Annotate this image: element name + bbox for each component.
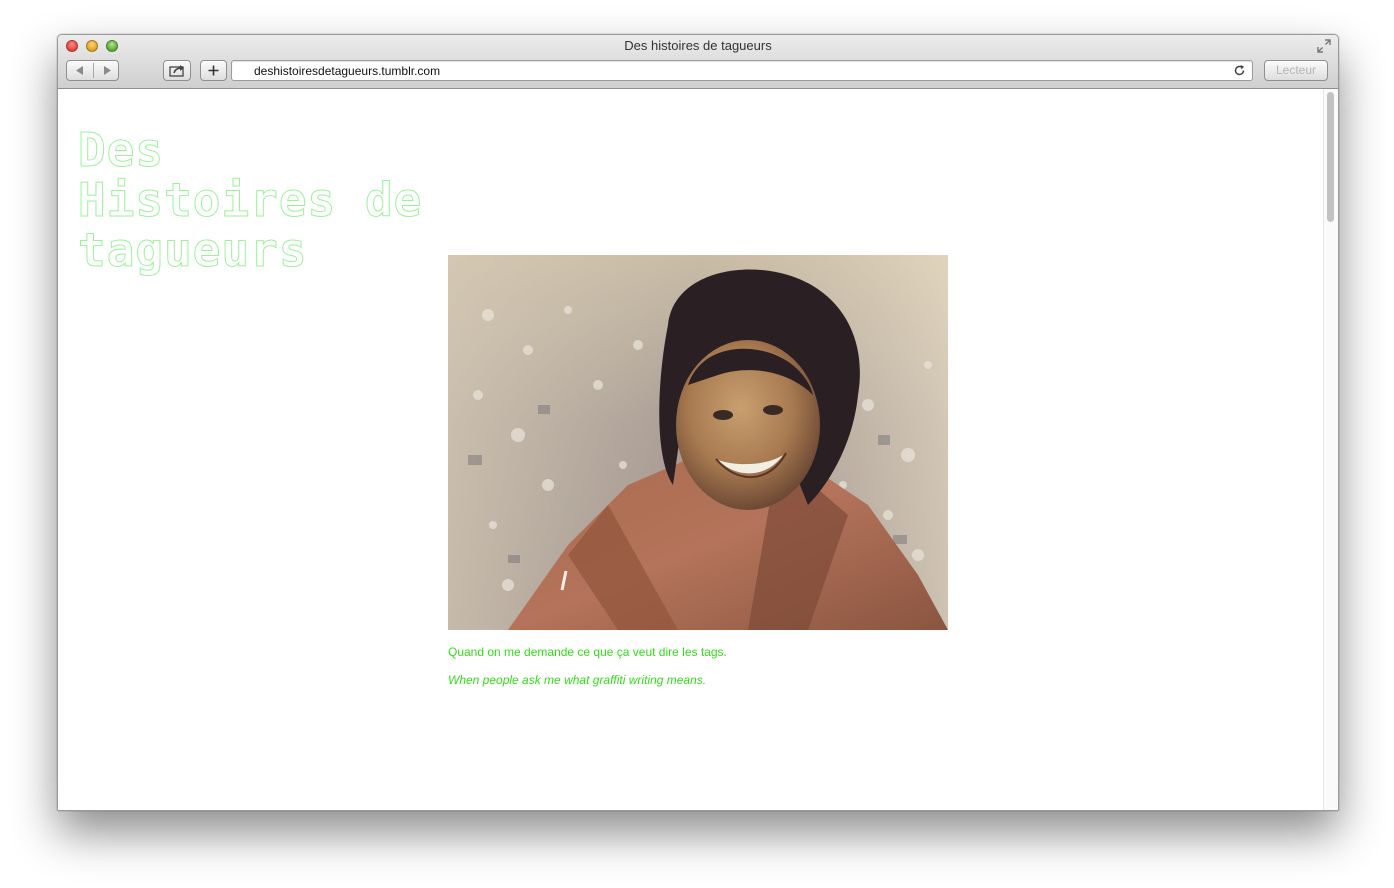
address-bar[interactable]: deshistoiresdetagueurs.tumblr.com [231,60,1253,81]
window-title: Des histoires de tagueurs [624,38,772,53]
new-tab-button[interactable] [200,60,227,81]
forward-arrow-icon [104,66,111,75]
url-text[interactable]: deshistoiresdetagueurs.tumblr.com [254,64,440,78]
fullscreen-icon[interactable] [1317,39,1331,53]
blog-title[interactable]: Des Histoires de tagueurs [78,125,438,276]
back-button[interactable] [67,61,93,80]
reload-icon[interactable] [1233,64,1246,77]
plus-icon [208,65,219,76]
forward-button[interactable] [94,61,120,80]
reader-button[interactable]: Lecteur [1264,60,1328,81]
browser-window: Des histoires de tagueurs deshistoiresde… [57,34,1339,811]
post-gif-image [448,255,948,630]
share-icon [169,65,184,77]
caption-french: Quand on me demande ce que ça veut dire … [448,645,727,659]
back-arrow-icon [76,66,83,75]
share-button[interactable] [163,60,191,81]
page-content: Des Histoires de tagueurs Quand on me de… [58,89,1338,810]
scrollbar-thumb[interactable] [1327,92,1334,222]
caption-english: When people ask me what graffiti writing… [448,673,707,687]
navigation-buttons [66,60,119,81]
browser-toolbar: Des histoires de tagueurs deshistoiresde… [58,35,1338,89]
vertical-scrollbar[interactable] [1323,89,1338,810]
